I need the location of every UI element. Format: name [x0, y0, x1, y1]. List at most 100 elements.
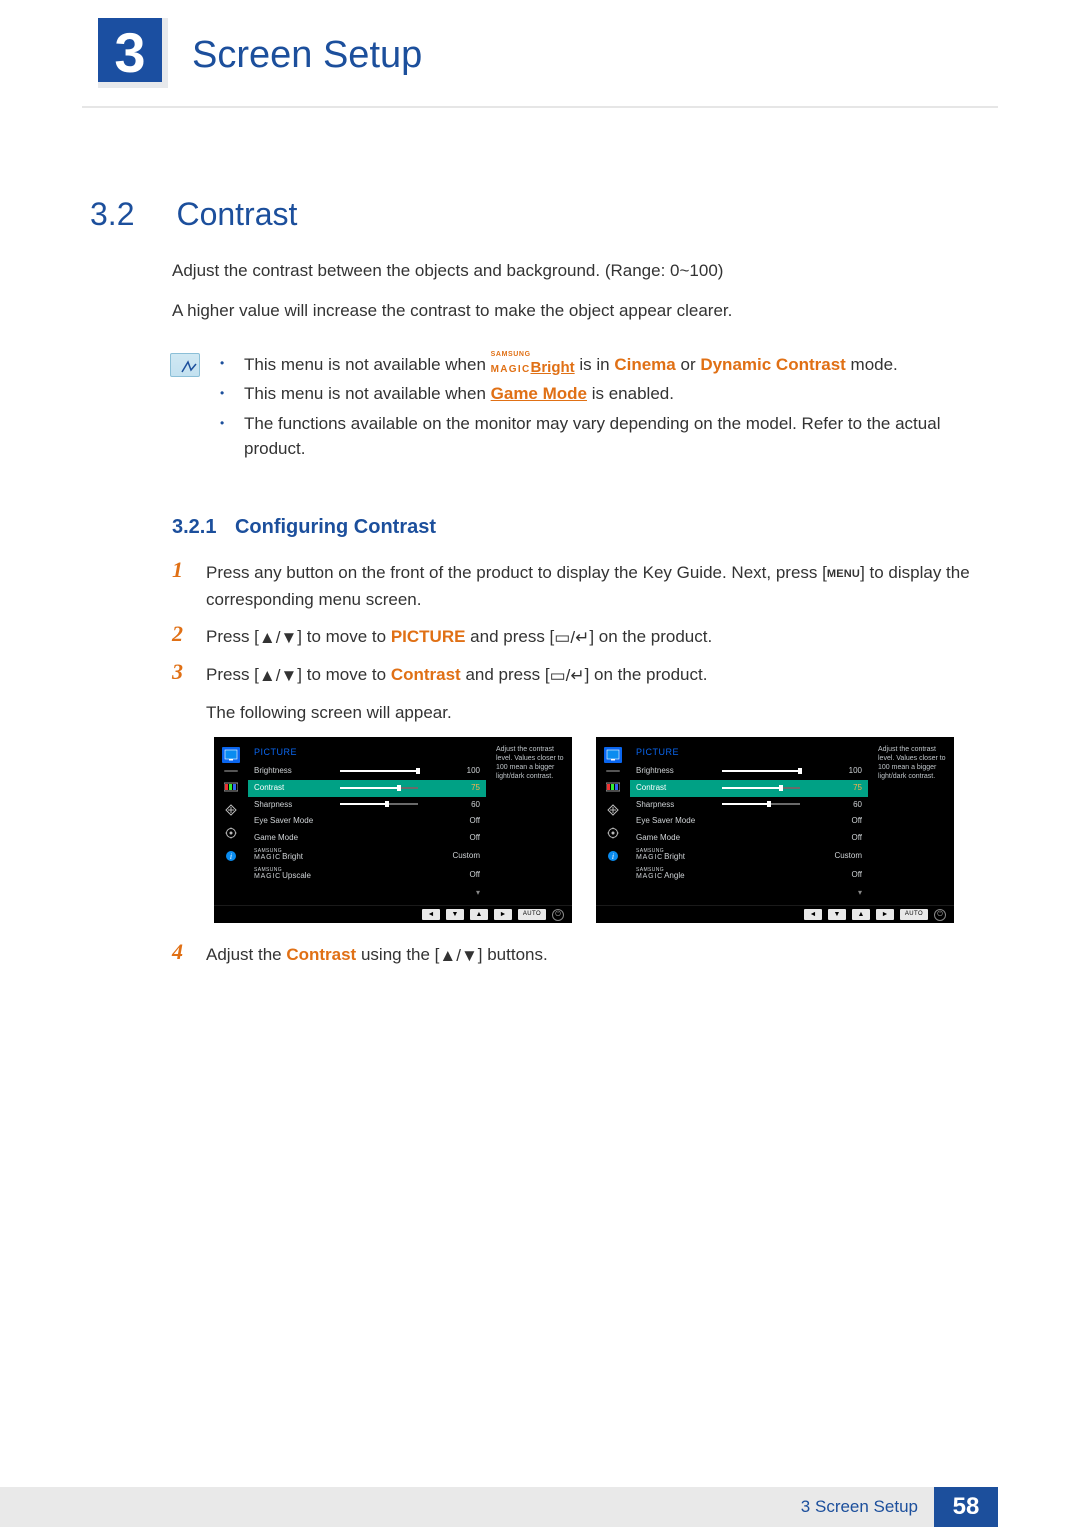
osd-row: SAMSUNGMAGICBright Custom — [248, 847, 486, 866]
text: This menu is not available when — [244, 384, 491, 403]
text: ] on the product. — [585, 665, 708, 684]
osd-btn-up-icon: ▲ — [470, 909, 488, 920]
step-2: 2 Press [▲/▼] to move to PICTURE and pre… — [172, 623, 998, 651]
intro-line-2: A higher value will increase the contras… — [172, 299, 998, 323]
osd-btn-left-icon: ◄ — [804, 909, 822, 920]
highlight-picture: PICTURE — [391, 627, 466, 646]
chapter-title: Screen Setup — [192, 34, 422, 77]
svg-text:i: i — [612, 852, 614, 861]
osd-row: Contrast 75 — [630, 780, 868, 797]
osd-row-value: 75 — [812, 780, 868, 797]
text: Press [ — [206, 665, 259, 684]
osd-title: PICTURE — [254, 745, 486, 759]
osd-help-text: Adjust the contrast level. Values closer… — [492, 737, 572, 906]
section-heading: 3.2 Contrast — [172, 196, 998, 233]
osd-btn-power-icon: ⏻ — [552, 909, 564, 921]
osd-screenshot-right: i PICTURE Brightness 100 Contrast 75 Sha… — [596, 737, 954, 924]
svg-text:i: i — [230, 852, 232, 861]
menu-button-label: MENU — [827, 568, 860, 580]
section-title: Contrast — [176, 196, 297, 232]
text: mode. — [846, 355, 898, 374]
text: and press [ — [465, 627, 554, 646]
osd-footer-buttons: ◄ ▼ ▲ ► AUTO ⏻ — [596, 905, 954, 923]
osd-row-label: Eye Saver Mode — [248, 813, 325, 830]
osd-row-label: SAMSUNGMAGICBright — [248, 847, 325, 866]
osd-icon-size — [222, 802, 240, 818]
osd-row-label: Sharpness — [630, 797, 707, 814]
text: Press [ — [206, 627, 259, 646]
osd-row-label: Brightness — [248, 763, 325, 780]
highlight-game-mode: Game Mode — [491, 384, 587, 403]
text: ] to move to — [297, 665, 391, 684]
osd-row: Game Mode Off — [630, 830, 868, 847]
note-item: This menu is not available when SAMSUNGM… — [220, 351, 998, 378]
text: using the [ — [356, 945, 439, 964]
step-number: 3 — [172, 659, 183, 685]
text: and press [ — [461, 665, 550, 684]
osd-row-value: 60 — [430, 797, 486, 814]
step-number: 1 — [172, 557, 183, 583]
osd-row-value: Off — [812, 813, 868, 830]
osd-icon-info: i — [222, 848, 240, 864]
osd-row-value: 60 — [812, 797, 868, 814]
step-number: 4 — [172, 939, 183, 965]
text: This menu is not available when — [244, 355, 491, 374]
step-1: 1 Press any button on the front of the p… — [172, 559, 998, 613]
osd-sidebar-icons: i — [214, 737, 248, 906]
osd-icon-color — [222, 779, 240, 795]
chapter-number-badge: 3 — [98, 18, 168, 88]
osd-row-value: Custom — [430, 847, 486, 866]
osd-row: Game Mode Off — [248, 830, 486, 847]
text: is enabled. — [587, 384, 674, 403]
section-number: 3.2 — [76, 196, 172, 233]
osd-row-value: Custom — [812, 847, 868, 866]
text: Press any button on the front of the pro… — [206, 563, 827, 582]
step-4: 4 Adjust the Contrast using the [▲/▼] bu… — [172, 941, 998, 969]
chapter-header: 3 Screen Setup — [0, 0, 1080, 110]
osd-row-label: Eye Saver Mode — [630, 813, 707, 830]
header-rule — [82, 106, 998, 108]
intro-line-1: Adjust the contrast between the objects … — [172, 259, 998, 283]
osd-btn-left-icon: ◄ — [422, 909, 440, 920]
osd-row-value: 75 — [430, 780, 486, 797]
note-item: This menu is not available when Game Mod… — [220, 381, 998, 407]
osd-btn-auto: AUTO — [900, 909, 928, 920]
osd-row-value: Off — [430, 866, 486, 885]
note-icon — [170, 353, 200, 377]
up-down-icon: ▲/▼ — [439, 946, 477, 965]
footer-section-label: 3 Screen Setup — [0, 1487, 934, 1527]
osd-row: Eye Saver Mode Off — [630, 813, 868, 830]
up-down-icon: ▲/▼ — [259, 666, 297, 685]
osd-row-label: Game Mode — [630, 830, 707, 847]
osd-icon-size — [604, 802, 622, 818]
subsection-number: 3.2.1 — [172, 516, 216, 538]
step-3-subtext: The following screen will appear. — [206, 699, 998, 726]
osd-icon-info: i — [604, 848, 622, 864]
osd-row: SAMSUNGMAGICUpscale Off — [248, 866, 486, 885]
osd-title: PICTURE — [636, 745, 868, 759]
osd-row-value: Off — [812, 866, 868, 885]
osd-icon-settings — [222, 825, 240, 841]
note-list: This menu is not available when SAMSUNGM… — [220, 351, 998, 466]
text: ] on the product. — [589, 627, 712, 646]
osd-row-label: SAMSUNGMAGICAngle — [630, 866, 707, 885]
highlight-contrast: Contrast — [286, 945, 356, 964]
osd-footer-buttons: ◄ ▼ ▲ ► AUTO ⏻ — [214, 905, 572, 923]
osd-row: Brightness 100 — [630, 763, 868, 780]
osd-btn-right-icon: ► — [876, 909, 894, 920]
osd-row-value: Off — [430, 813, 486, 830]
osd-screenshot-left: i PICTURE Brightness 100 Contrast 75 Sha… — [214, 737, 572, 924]
osd-icon-settings — [604, 825, 622, 841]
osd-row-label: Contrast — [630, 780, 707, 797]
osd-btn-down-icon: ▼ — [828, 909, 846, 920]
osd-btn-down-icon: ▼ — [446, 909, 464, 920]
osd-row-value: Off — [812, 830, 868, 847]
text: ] buttons. — [478, 945, 548, 964]
subsection-title: Configuring Contrast — [235, 516, 436, 538]
osd-row: SAMSUNGMAGICAngle Off — [630, 866, 868, 885]
samsung-magic-bright-label: SAMSUNGMAGICBright — [491, 351, 575, 375]
osd-sidebar-icons: i — [596, 737, 630, 906]
osd-row-label: SAMSUNGMAGICUpscale — [248, 866, 325, 885]
osd-row: SAMSUNGMAGICBright Custom — [630, 847, 868, 866]
osd-icon-picture — [222, 747, 240, 763]
